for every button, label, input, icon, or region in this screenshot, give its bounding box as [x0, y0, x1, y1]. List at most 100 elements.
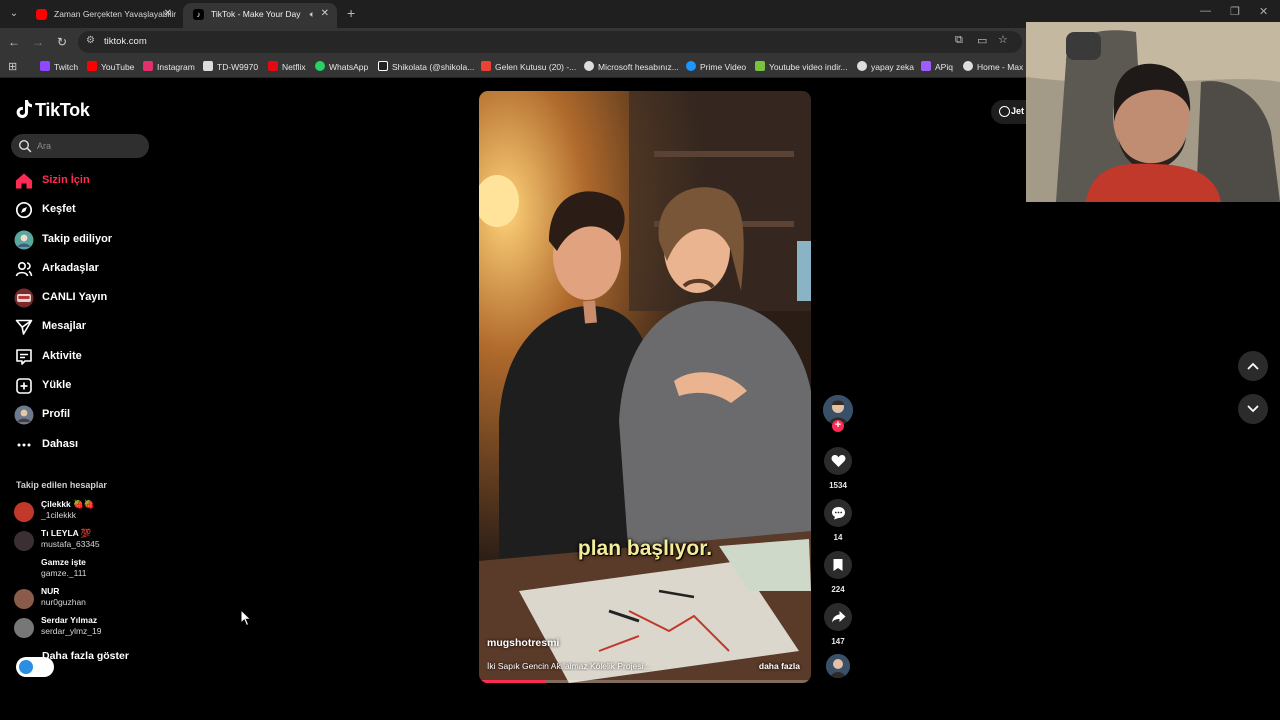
search-input[interactable]	[37, 138, 142, 154]
bookmark-router[interactable]: TD-W9970	[203, 61, 258, 72]
browser-tab-youtube[interactable]: Zaman Gerçekten Yavaşlayabilir ✕	[26, 3, 180, 28]
video-player[interactable]: plan başlıyor. mugshotresmi İki Sapık Ge…	[479, 91, 811, 683]
extension-toggle[interactable]	[16, 657, 54, 677]
show-more-button[interactable]: Daha fazla göster	[42, 650, 129, 662]
video-author[interactable]: mugshotresmi	[487, 637, 559, 649]
site-info-icon[interactable]: ⚙︎	[86, 35, 95, 46]
live-avatar-icon	[14, 288, 34, 308]
nav-item-messages[interactable]: Mesajlar	[14, 315, 154, 339]
tiktok-logo-icon	[16, 100, 32, 118]
see-more-link[interactable]: daha fazla	[759, 661, 800, 671]
nav-label: Sizin İçin	[42, 174, 90, 186]
bookmark-yapay-zeka[interactable]: yapay zeka	[857, 61, 914, 72]
account-name: Tı LEYLA 💯	[41, 528, 92, 538]
following-avatar-icon	[14, 230, 34, 250]
upload-icon	[14, 376, 34, 396]
bookmark-twitch[interactable]: Twitch	[40, 61, 78, 72]
sound-disc[interactable]	[826, 654, 850, 678]
nav-item-profile[interactable]: Profil	[14, 403, 154, 427]
close-icon[interactable]: ✕	[321, 3, 329, 25]
minimize-icon[interactable]: —	[1200, 5, 1211, 17]
speaker-icon[interactable]: 🔈︎	[310, 3, 315, 25]
forward-icon[interactable]: →	[30, 34, 46, 50]
bookmark-whatsapp[interactable]: WhatsApp	[315, 61, 368, 72]
bookmark-youtube[interactable]: YouTube	[87, 61, 134, 72]
nav-label: Keşfet	[42, 203, 76, 215]
url-text[interactable]: tiktok.com	[104, 36, 147, 47]
video-progress-bar[interactable]	[479, 680, 811, 683]
bookmark-apiq[interactable]: APiq	[921, 61, 953, 72]
like-button[interactable]	[824, 447, 852, 475]
nav-item-explore[interactable]: Keşfet	[14, 198, 154, 222]
tab-title: TikTok - Make Your Day	[211, 9, 301, 19]
nav-item-more[interactable]: Dahası	[14, 433, 154, 457]
apps-grid-icon[interactable]: ⊞	[8, 60, 17, 73]
comment-button[interactable]	[824, 499, 852, 527]
bookmark-netflix[interactable]: Netflix	[268, 61, 306, 72]
following-account[interactable]: Serdar Yılmaz serdar_ylmz_19	[14, 615, 154, 641]
following-account[interactable]: NUR nur0guzhan	[14, 586, 154, 612]
nav-label: Dahası	[42, 438, 79, 450]
account-name: Gamze işte	[41, 557, 86, 567]
home-icon	[14, 171, 34, 191]
video-description: İki Sapık Gencin Akılalmaz Kölelik Proje…	[487, 661, 651, 671]
nav-item-friends[interactable]: Arkadaşlar	[14, 257, 154, 281]
account-username: gamze._111	[41, 568, 87, 578]
bookmark-microsoft[interactable]: Microsoft hesabınız...	[584, 61, 679, 72]
avatar	[14, 589, 34, 609]
back-icon[interactable]: ←	[6, 34, 22, 50]
nav-item-for-you[interactable]: Sizin İçin	[14, 169, 154, 193]
heart-icon	[831, 455, 845, 467]
max-icon	[963, 61, 973, 71]
bookmark-icon	[833, 559, 843, 571]
maximize-icon[interactable]: ❐	[1230, 5, 1240, 18]
nav-item-activity[interactable]: Aktivite	[14, 345, 154, 369]
save-button[interactable]	[824, 551, 852, 579]
follow-plus-button[interactable]: +	[832, 420, 844, 432]
nav-item-following[interactable]: Takip ediliyor	[14, 228, 154, 252]
browser-tab-tiktok[interactable]: ♪ TikTok - Make Your Day 🔈︎ ✕	[183, 3, 337, 28]
bookmark-prime-video[interactable]: Prime Video	[686, 61, 746, 72]
following-account[interactable]: Gamze işte gamze._111	[14, 557, 154, 583]
bookmark-shikolata[interactable]: Shikolata (@shikola...	[378, 61, 474, 72]
nav-item-live[interactable]: CANLI Yayın	[14, 286, 154, 310]
close-icon[interactable]: ✕	[164, 3, 172, 25]
nav-item-upload[interactable]: Yükle	[14, 374, 154, 398]
account-name: Çilekkk 🍓🍓	[41, 499, 95, 509]
bookmark-gmail[interactable]: Gelen Kutusu (20) -...	[481, 61, 576, 72]
bookmark-instagram[interactable]: Instagram	[143, 61, 195, 72]
comment-icon	[831, 507, 845, 520]
router-icon	[203, 61, 213, 71]
new-tab-button[interactable]: +	[347, 5, 355, 21]
tab-search-icon[interactable]: ⌄	[6, 6, 22, 22]
save-count: 224	[831, 585, 845, 594]
send-icon	[14, 317, 34, 337]
following-account[interactable]: Tı LEYLA 💯 mustafa_63345	[14, 528, 154, 554]
translate-icon[interactable]: ⧉	[955, 34, 963, 47]
bookmark-max[interactable]: Home - Max	[963, 61, 1023, 72]
share-button[interactable]	[824, 603, 852, 631]
search-box[interactable]	[11, 134, 149, 158]
close-window-icon[interactable]: ✕	[1259, 5, 1268, 18]
share-icon	[831, 611, 845, 623]
nav-label: Profil	[42, 408, 71, 420]
twitch-icon	[40, 61, 50, 71]
reload-icon[interactable]: ↻	[54, 34, 70, 50]
bookmark-yt-download[interactable]: Youtube video indir...	[755, 61, 848, 72]
url-field[interactable]: ⚙︎ tiktok.com	[78, 31, 1022, 53]
previous-video-button[interactable]	[1238, 351, 1268, 381]
bookmark-star-icon[interactable]: ☆	[998, 33, 1008, 46]
avatar	[14, 618, 34, 638]
video-frame-illustration	[479, 91, 811, 683]
youtube-icon	[87, 61, 97, 71]
tiktok-icon: ♪	[193, 9, 204, 20]
youtube-icon	[36, 9, 47, 20]
install-app-icon[interactable]: ▭	[977, 34, 987, 47]
compass-icon	[14, 200, 34, 220]
next-video-button[interactable]	[1238, 394, 1268, 424]
following-account[interactable]: Çilekkk 🍓🍓 _1cilekkk	[14, 499, 154, 525]
more-icon	[14, 435, 34, 455]
gmail-icon	[481, 61, 491, 71]
avatar	[14, 560, 34, 580]
friends-icon	[14, 259, 34, 279]
